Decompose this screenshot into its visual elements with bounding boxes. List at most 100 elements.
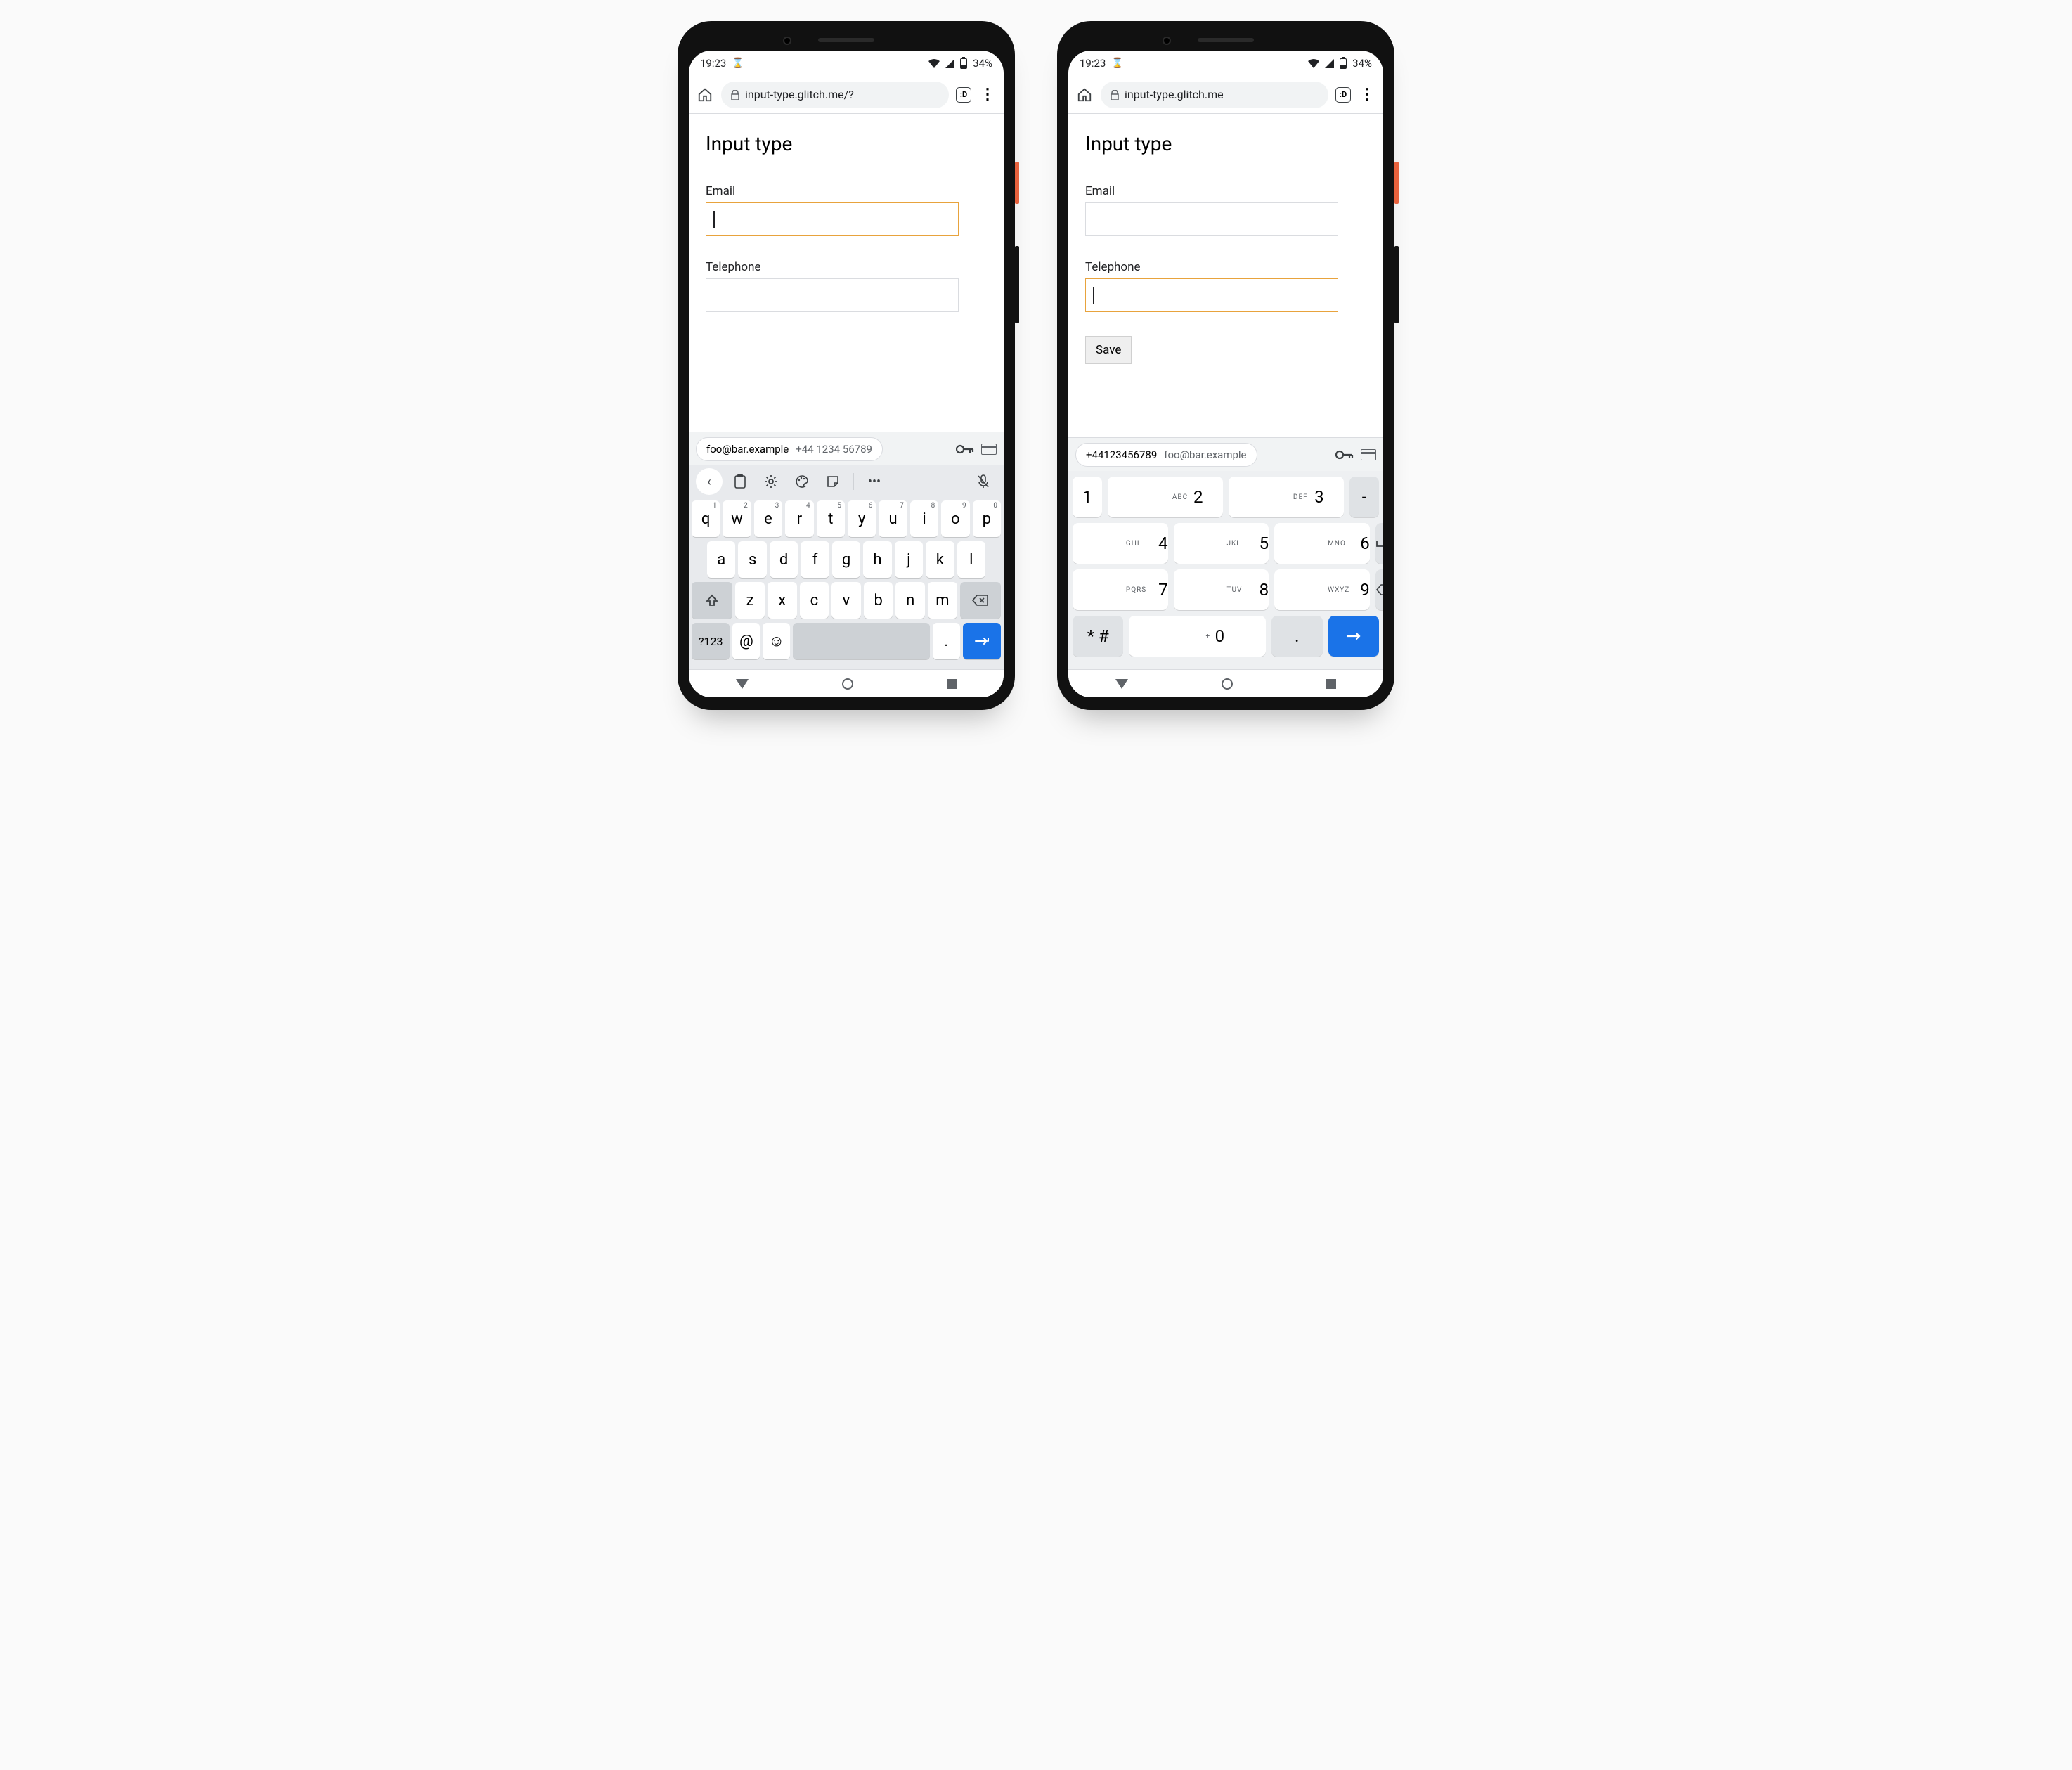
hourglass-icon: ⌛ — [732, 58, 744, 69]
home-icon[interactable] — [696, 86, 714, 104]
status-bar: 19:23 ⌛ 34% — [1068, 51, 1383, 76]
email-input[interactable] — [1085, 202, 1338, 236]
key-v[interactable]: v — [831, 582, 861, 619]
numpad-key-1[interactable]: 1 — [1073, 477, 1102, 517]
clock: 19:23 — [1080, 57, 1106, 70]
telephone-input[interactable] — [1085, 278, 1338, 312]
mic-off-icon[interactable] — [970, 468, 997, 495]
key-h[interactable]: h — [863, 541, 891, 578]
omnibox[interactable]: input-type.glitch.me — [1101, 82, 1328, 108]
telephone-input[interactable] — [706, 278, 959, 312]
wifi-icon — [1308, 59, 1319, 68]
numpad-key-5[interactable]: 5JKL — [1174, 523, 1269, 564]
omnibox-url: input-type.glitch.me — [1125, 88, 1224, 101]
symbols-key[interactable]: ?123 — [692, 623, 730, 659]
enter-key[interactable] — [963, 623, 1001, 659]
space-key[interactable] — [793, 623, 929, 659]
power-button[interactable] — [1394, 162, 1399, 204]
numpad-key-[interactable] — [1328, 616, 1379, 657]
key-w[interactable]: w2 — [723, 500, 751, 537]
save-button[interactable]: Save — [1085, 336, 1132, 364]
nav-recent-icon[interactable] — [947, 679, 957, 689]
volume-button[interactable] — [1394, 246, 1399, 323]
telephone-label: Telephone — [1085, 260, 1366, 274]
tab-switcher-icon[interactable]: :D — [956, 87, 971, 103]
gear-icon[interactable] — [758, 468, 784, 495]
payment-card-icon[interactable] — [981, 444, 997, 455]
autofill-email: foo@bar.example — [1164, 448, 1246, 461]
key-c[interactable]: c — [800, 582, 829, 619]
emoji-key[interactable]: ☺ — [763, 623, 790, 659]
numpad-key-[interactable]: * # — [1073, 616, 1123, 657]
nav-recent-icon[interactable] — [1326, 679, 1336, 689]
clipboard-icon[interactable] — [727, 468, 753, 495]
autofill-chip[interactable]: +44123456789 foo@bar.example — [1075, 443, 1257, 467]
numpad-key-2[interactable]: 2ABC — [1108, 477, 1223, 517]
browser-toolbar: input-type.glitch.me :D ⋮ — [1068, 76, 1383, 114]
key-f[interactable]: f — [801, 541, 829, 578]
overflow-menu-icon[interactable]: ⋮ — [1358, 86, 1376, 104]
key-t[interactable]: t5 — [817, 500, 845, 537]
period-key[interactable]: . — [933, 623, 960, 659]
nav-home-icon[interactable] — [842, 678, 853, 690]
autofill-bar: +44123456789 foo@bar.example — [1068, 437, 1383, 471]
key-l[interactable]: l — [957, 541, 985, 578]
key-p[interactable]: p0 — [973, 500, 1001, 537]
numpad-key-6[interactable]: 6MNO — [1274, 523, 1370, 564]
numpad-key-[interactable]: - — [1349, 477, 1379, 517]
key-m[interactable]: m — [928, 582, 957, 619]
keyboard-back-icon[interactable]: ‹ — [696, 468, 723, 495]
key-o[interactable]: o9 — [941, 500, 969, 537]
key-x[interactable]: x — [768, 582, 797, 619]
password-key-icon[interactable] — [956, 444, 974, 455]
autofill-email: foo@bar.example — [706, 443, 789, 456]
key-e[interactable]: e3 — [754, 500, 782, 537]
numpad-key-7[interactable]: 7PQRS — [1073, 569, 1168, 610]
key-k[interactable]: k — [926, 541, 954, 578]
key-g[interactable]: g — [832, 541, 860, 578]
numpad-key-[interactable] — [1375, 569, 1383, 610]
email-input[interactable] — [706, 202, 959, 236]
more-icon[interactable]: ••• — [861, 468, 888, 495]
shift-key[interactable] — [692, 582, 732, 619]
page-content: Input type Email Telephone Save — [1068, 114, 1383, 437]
power-button[interactable] — [1015, 162, 1019, 204]
nav-back-icon[interactable] — [736, 679, 749, 689]
palette-icon[interactable] — [789, 468, 815, 495]
omnibox[interactable]: input-type.glitch.me/? — [721, 82, 949, 108]
key-b[interactable]: b — [864, 582, 893, 619]
numpad-key-[interactable] — [1375, 523, 1383, 564]
autofill-bar: foo@bar.example +44 1234 56789 — [689, 432, 1004, 465]
key-y[interactable]: y6 — [848, 500, 876, 537]
key-u[interactable]: u7 — [879, 500, 907, 537]
key-d[interactable]: d — [770, 541, 798, 578]
nav-back-icon[interactable] — [1115, 679, 1128, 689]
numpad-key-[interactable]: . — [1271, 616, 1322, 657]
numpad-key-9[interactable]: 9WXYZ — [1274, 569, 1370, 610]
key-i[interactable]: i8 — [910, 500, 938, 537]
key-n[interactable]: n — [895, 582, 925, 619]
password-key-icon[interactable] — [1335, 449, 1354, 460]
key-z[interactable]: z — [735, 582, 765, 619]
backspace-key[interactable] — [960, 582, 1001, 619]
home-icon[interactable] — [1075, 86, 1094, 104]
key-r[interactable]: r4 — [785, 500, 813, 537]
key-q[interactable]: q1 — [692, 500, 720, 537]
at-key[interactable]: @ — [732, 623, 760, 659]
autofill-chip[interactable]: foo@bar.example +44 1234 56789 — [696, 437, 883, 461]
email-label: Email — [706, 184, 987, 198]
numpad-key-3[interactable]: 3DEF — [1229, 477, 1344, 517]
overflow-menu-icon[interactable]: ⋮ — [978, 86, 997, 104]
key-s[interactable]: s — [738, 541, 766, 578]
volume-button[interactable] — [1015, 246, 1019, 323]
key-a[interactable]: a — [707, 541, 735, 578]
payment-card-icon[interactable] — [1361, 449, 1376, 460]
numpad-key-0[interactable]: 0+ — [1129, 616, 1266, 657]
nav-home-icon[interactable] — [1222, 678, 1233, 690]
tab-switcher-icon[interactable]: :D — [1335, 87, 1351, 103]
numpad-key-8[interactable]: 8TUV — [1174, 569, 1269, 610]
sticker-icon[interactable] — [820, 468, 846, 495]
numpad-key-4[interactable]: 4GHI — [1073, 523, 1168, 564]
browser-toolbar: input-type.glitch.me/? :D ⋮ — [689, 76, 1004, 114]
key-j[interactable]: j — [895, 541, 923, 578]
